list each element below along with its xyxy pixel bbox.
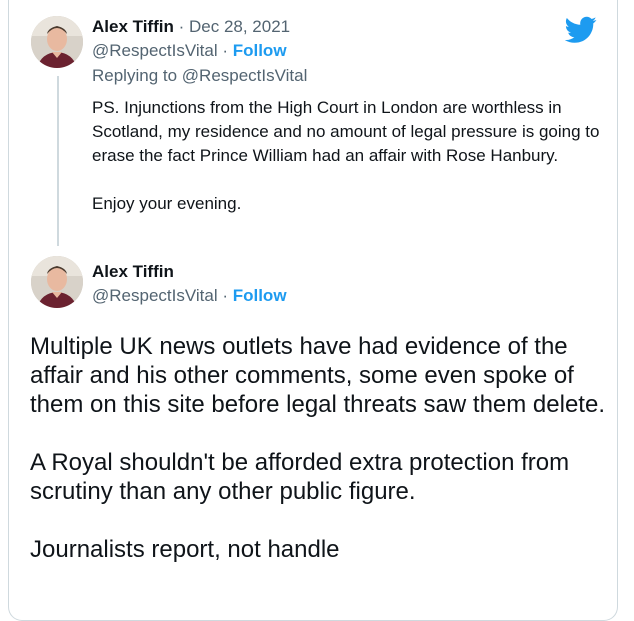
separator: · — [173, 17, 189, 36]
tweet1-text: PS. Injunctions from the High Court in L… — [92, 96, 612, 216]
replying-to: Replying to @RespectIsVital — [92, 66, 307, 86]
thread-line — [57, 76, 59, 246]
tweet-paragraph: Enjoy your evening. — [92, 194, 242, 213]
tweet-paragraph: A Royal shouldn't be afforded extra prot… — [30, 449, 570, 505]
tweet2-header: Alex Tiffin — [92, 262, 174, 282]
author-name[interactable]: Alex Tiffin — [92, 17, 174, 36]
twitter-bird-icon[interactable] — [564, 16, 597, 44]
follow-button[interactable]: Follow — [233, 41, 287, 60]
author-handle[interactable]: @RespectIsVital — [92, 41, 218, 60]
replying-mention[interactable]: @RespectIsVital — [182, 66, 308, 85]
separator: · — [217, 286, 233, 305]
tweet1-handle-line: @RespectIsVital · Follow — [92, 41, 287, 61]
tweet1-header: Alex Tiffin · Dec 28, 2021 — [92, 17, 290, 37]
avatar[interactable] — [31, 256, 83, 308]
tweet-date[interactable]: Dec 28, 2021 — [189, 17, 290, 36]
tweet-paragraph: Multiple UK news outlets have had eviden… — [30, 333, 605, 418]
tweet-paragraph: Journalists report, not handle — [30, 536, 340, 563]
author-name[interactable]: Alex Tiffin — [92, 262, 174, 281]
replying-prefix: Replying to — [92, 66, 182, 85]
tweet-paragraph: PS. Injunctions from the High Court in L… — [92, 98, 600, 165]
tweet2-handle-line: @RespectIsVital · Follow — [92, 286, 287, 306]
author-handle[interactable]: @RespectIsVital — [92, 286, 218, 305]
tweet2-text: Multiple UK news outlets have had eviden… — [30, 332, 610, 564]
separator: · — [217, 41, 233, 60]
follow-button[interactable]: Follow — [233, 286, 287, 305]
avatar[interactable] — [31, 16, 83, 68]
